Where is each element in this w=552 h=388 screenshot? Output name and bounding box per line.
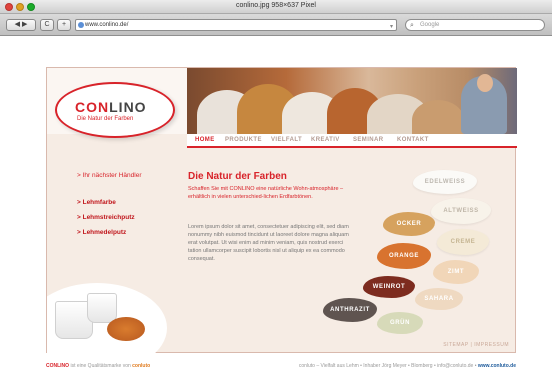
page-viewport: CONLINO Die Natur der Farben HOME PRODUK… xyxy=(0,37,552,388)
back-forward-button[interactable]: ◀ ▶ xyxy=(6,19,36,31)
bucket-small xyxy=(87,293,117,323)
search-icon: ⌕ xyxy=(410,22,414,29)
contact-text: conluto – Vielfalt aus Lehm • Inhaber Jö… xyxy=(298,363,478,369)
window-title: conlino.jpg 958×637 Pixel xyxy=(236,2,316,9)
nav-vielfalt[interactable]: VIELFALT xyxy=(271,137,302,143)
product-image xyxy=(47,273,167,354)
color-stone-altweiss[interactable]: ALTWEISS xyxy=(431,198,491,224)
logo-wordmark: CONLINO xyxy=(75,99,147,115)
color-stone-zimt[interactable]: ZIMT xyxy=(433,260,479,284)
color-stone-ocker[interactable]: OCKER xyxy=(383,212,435,236)
color-stone-sahara[interactable]: SAHARA xyxy=(415,288,463,310)
contact-url[interactable]: www.conluto.de xyxy=(478,363,516,369)
nav-kreativ[interactable]: KREATIV xyxy=(311,137,340,143)
credit-text: ist eine Qualitätsmarke von xyxy=(69,363,133,369)
hero-person-head xyxy=(477,74,493,92)
conlino-site: CONLINO Die Natur der Farben HOME PRODUK… xyxy=(46,67,517,354)
color-stone-gruen[interactable]: GRÜN xyxy=(377,312,423,334)
logo-name-part-a: CON xyxy=(75,99,110,115)
logo-name-part-b: LINO xyxy=(109,99,147,115)
search-field[interactable]: ⌕ Google xyxy=(405,19,545,31)
logo-tagline: Die Natur der Farben xyxy=(77,116,134,122)
color-stone-creme[interactable]: CREME xyxy=(437,229,489,255)
browser-toolbar: ◀ ▶ C + www.conlino.de/ ▾ ⌕ Google xyxy=(0,14,552,36)
sidebar-link-lehmedelputz[interactable]: > Lehmedelputz xyxy=(77,229,126,236)
powder-pile xyxy=(107,317,145,341)
window-titlebar: conlino.jpg 958×637 Pixel xyxy=(0,0,552,14)
nav-seminar[interactable]: SEMINAR xyxy=(353,137,383,143)
nav-kontakt[interactable]: KONTAKT xyxy=(397,137,429,143)
rss-icon[interactable]: ▾ xyxy=(390,22,393,32)
bottom-right-contact: conluto – Vielfalt aus Lehm • Inhaber Jö… xyxy=(299,363,516,369)
credit-brand-conluto[interactable]: conluto xyxy=(132,363,150,369)
intro-text: Schaffen Sie mit CONLINO eine natürliche… xyxy=(188,186,344,200)
address-text: www.conlino.de/ xyxy=(85,22,129,28)
page-headline: Die Natur der Farben xyxy=(188,171,287,182)
reload-button[interactable]: C xyxy=(40,19,54,31)
color-stone-edelweiss[interactable]: EDELWEISS xyxy=(413,170,477,194)
color-stone-anthrazit[interactable]: ANTHRAZIT xyxy=(323,298,377,322)
body-text: Lorem ipsum dolor sit amet, consectetuer… xyxy=(188,224,349,262)
credit-brand: CONLINO xyxy=(46,363,70,369)
color-stone-weinrot[interactable]: WEINROT xyxy=(363,276,415,298)
color-stone-orange[interactable]: ORANGE xyxy=(377,243,431,269)
sidebar-link-lehmfarbe[interactable]: > Lehmfarbe xyxy=(77,199,116,206)
site-icon xyxy=(78,22,84,28)
nav-home[interactable]: HOME xyxy=(195,137,215,143)
main-nav: HOME PRODUKTE VIELFALT KREATIV SEMINAR K… xyxy=(187,134,517,148)
add-bookmark-button[interactable]: + xyxy=(57,19,71,31)
hero-image xyxy=(187,68,517,134)
bottom-left-credit: CONLINO ist eine Qualitätsmarke von conl… xyxy=(46,363,150,369)
sidebar-link-lehmstreichputz[interactable]: > Lehmstreichputz xyxy=(77,214,135,221)
search-placeholder: Google xyxy=(420,22,440,28)
nav-produkte[interactable]: PRODUKTE xyxy=(225,137,262,143)
footer-links[interactable]: SITEMAP | IMPRESSUM xyxy=(443,342,509,348)
address-bar[interactable]: www.conlino.de/ ▾ xyxy=(75,19,397,31)
dealer-link[interactable]: > Ihr nächster Händler xyxy=(77,172,142,179)
